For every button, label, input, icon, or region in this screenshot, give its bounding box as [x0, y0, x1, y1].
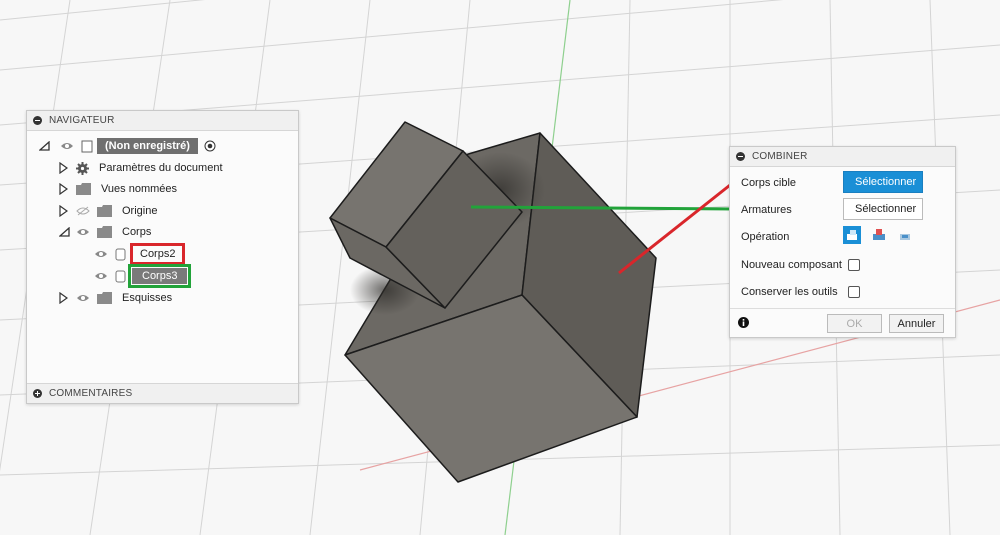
tree-item-document-settings[interactable]: Paramètres du document [59, 158, 223, 178]
tree-item-label: Esquisses [122, 292, 173, 304]
new-component-checkbox[interactable] [848, 259, 860, 271]
tool-bodies-label: Armatures [741, 204, 792, 216]
tools-select-button[interactable]: Sélectionner [843, 198, 923, 220]
dialog-footer-divider [730, 308, 955, 309]
new-component-label: Nouveau composant [741, 259, 842, 271]
ok-label: OK [846, 317, 863, 330]
operation-label: Opération [741, 231, 790, 243]
expand-plus-icon[interactable] [33, 389, 42, 398]
expand-triangle-icon[interactable] [59, 292, 68, 304]
tree-root[interactable]: (Non enregistré) [39, 136, 216, 156]
join-operation-icon[interactable] [843, 226, 861, 244]
target-select-button[interactable]: Sélectionner [843, 171, 923, 193]
body-icon [115, 248, 126, 260]
expanded-triangle-icon[interactable] [59, 227, 70, 237]
ok-button[interactable]: OK [827, 314, 882, 333]
expand-triangle-icon[interactable] [59, 183, 68, 195]
eye-icon[interactable] [76, 227, 90, 237]
tree-item-sketches[interactable]: Esquisses [59, 288, 172, 308]
eye-icon[interactable] [60, 141, 74, 151]
tree-item-label: Corps3 [127, 264, 192, 288]
tree-item-label: Corps [122, 226, 152, 238]
comments-title: COMMENTAIRES [49, 388, 133, 399]
gear-icon [76, 161, 89, 175]
tree-item-label: Paramètres du document [99, 162, 223, 174]
expanded-triangle-icon[interactable] [39, 141, 50, 151]
info-icon[interactable] [738, 317, 749, 328]
cancel-label: Annuler [897, 317, 936, 330]
navigator-title: NAVIGATEUR [49, 115, 115, 126]
tree-item-named-views[interactable]: Vues nommées [59, 179, 177, 199]
target-select-label: Sélectionner [855, 176, 917, 188]
tools-select-label: Sélectionner [855, 203, 917, 215]
eye-icon[interactable] [76, 293, 90, 303]
collapse-icon[interactable] [736, 152, 745, 161]
folder-icon [97, 226, 112, 238]
eye-icon[interactable] [94, 271, 108, 281]
navigator-panel: NAVIGATEUR (Non enregistré) Paramètres d… [26, 110, 299, 404]
keep-tools-label: Conserver les outils [741, 286, 838, 298]
combine-header[interactable]: COMBINER [730, 147, 955, 167]
expand-triangle-icon[interactable] [59, 205, 68, 217]
activate-radio-icon[interactable] [204, 140, 216, 152]
body-icon [115, 270, 126, 282]
keep-tools-checkbox[interactable] [848, 286, 860, 298]
intersect-operation-icon[interactable] [896, 226, 914, 244]
tree-item-label: Origine [122, 205, 158, 217]
tree-item-bodies[interactable]: Corps [59, 222, 151, 242]
cut-operation-icon[interactable] [870, 226, 888, 244]
folder-icon [97, 292, 112, 304]
collapse-icon[interactable] [33, 116, 42, 125]
cancel-button[interactable]: Annuler [889, 314, 944, 333]
expand-triangle-icon[interactable] [59, 162, 68, 174]
eye-hidden-icon[interactable] [76, 206, 90, 216]
tree-item-label: Vues nommées [101, 183, 178, 195]
folder-icon [76, 183, 91, 195]
tree-item-origin[interactable]: Origine [59, 201, 157, 221]
navigator-header[interactable]: NAVIGATEUR [27, 111, 298, 131]
combine-title: COMBINER [752, 151, 808, 162]
tree-item-corps3[interactable]: Corps3 [94, 264, 192, 288]
annotation-line-green [470, 205, 737, 211]
target-body-label: Corps cible [741, 177, 797, 189]
comments-header[interactable]: COMMENTAIRES [27, 383, 298, 403]
document-name[interactable]: (Non enregistré) [97, 138, 198, 154]
folder-icon [97, 205, 112, 217]
eye-icon[interactable] [94, 249, 108, 259]
combine-dialog: COMBINER Corps cible Sélectionner Armatu… [729, 146, 956, 338]
tree-item-corps2[interactable]: Corps2 [94, 243, 186, 265]
tree-item-label: Corps2 [129, 243, 186, 265]
document-icon [81, 140, 93, 152]
